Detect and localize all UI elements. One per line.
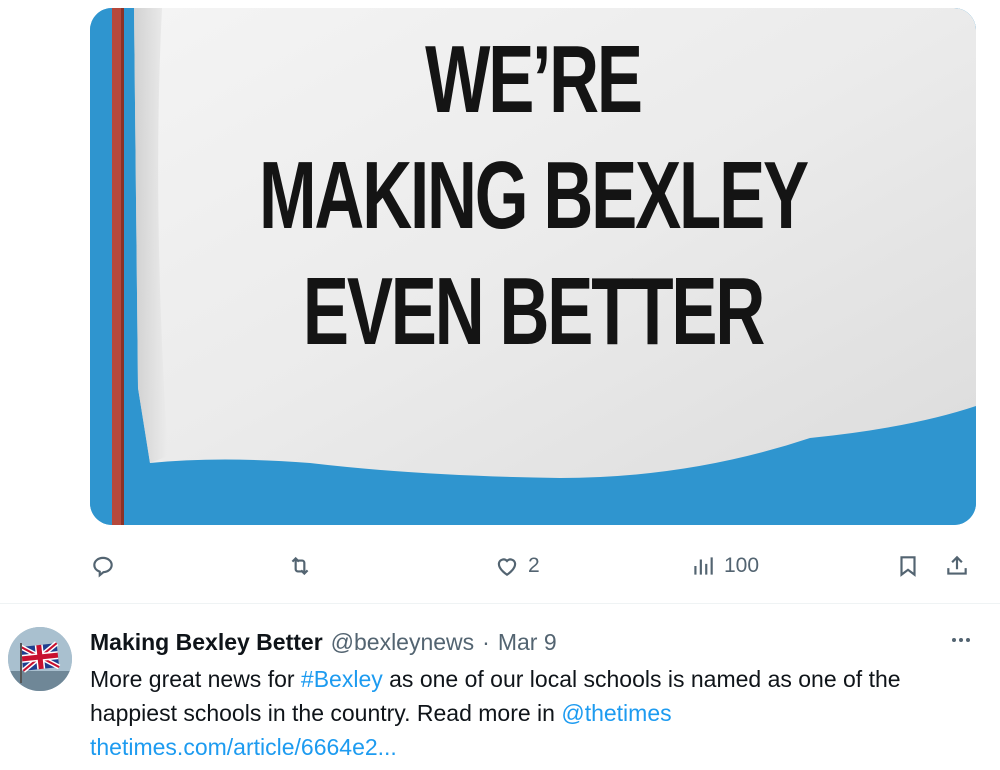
tweet-text: More great news for #Bexley as one of ou… (90, 662, 990, 764)
tweet-date[interactable]: Mar 9 (498, 629, 557, 656)
retweet-icon (291, 556, 309, 576)
share-icon (947, 555, 967, 575)
bookmark-button[interactable] (895, 540, 921, 592)
tweet-header: Making Bexley Better @bexleynews · Mar 9 (90, 625, 980, 659)
views-icon (694, 557, 713, 575)
user-handle[interactable]: @bexleynews (331, 629, 475, 656)
like-button[interactable]: 2 (494, 540, 540, 592)
heart-icon (497, 558, 517, 576)
article-url-link[interactable]: thetimes.com/article/6664e2... (90, 734, 397, 760)
tweet-divider (0, 603, 1000, 604)
reply-icon (93, 556, 113, 578)
display-name[interactable]: Making Bexley Better (90, 629, 323, 656)
separator-dot: · (482, 628, 490, 655)
banner-line-1: WE’RE (425, 26, 643, 133)
more-options-button[interactable] (952, 623, 970, 657)
views-button[interactable]: 100 (690, 540, 759, 592)
union-flag-icon (8, 627, 72, 691)
mention-link[interactable]: @thetimes (561, 700, 671, 726)
bookmark-icon (900, 556, 916, 577)
hashtag-link[interactable]: #Bexley (301, 666, 383, 692)
banner-line-2: MAKING BEXLEY (259, 142, 809, 249)
share-button[interactable] (944, 540, 970, 592)
banner-line-3: EVEN BETTER (302, 258, 765, 365)
more-icon-dot (966, 638, 970, 642)
avatar[interactable] (8, 627, 72, 691)
views-count: 100 (724, 554, 760, 577)
tweet-media-image[interactable]: WE’RE MAKING BEXLEY EVEN BETTER (90, 8, 976, 525)
like-count: 2 (528, 554, 540, 577)
banner-headline: WE’RE MAKING BEXLEY EVEN BETTER (90, 22, 976, 370)
reply-button[interactable] (90, 540, 116, 592)
tweet-text-part1: More great news for (90, 666, 301, 692)
tweet-action-bar: 2 100 (0, 540, 1000, 592)
more-icon-dot (952, 638, 956, 642)
retweet-button[interactable] (287, 540, 313, 592)
more-icon-dot (959, 638, 963, 642)
